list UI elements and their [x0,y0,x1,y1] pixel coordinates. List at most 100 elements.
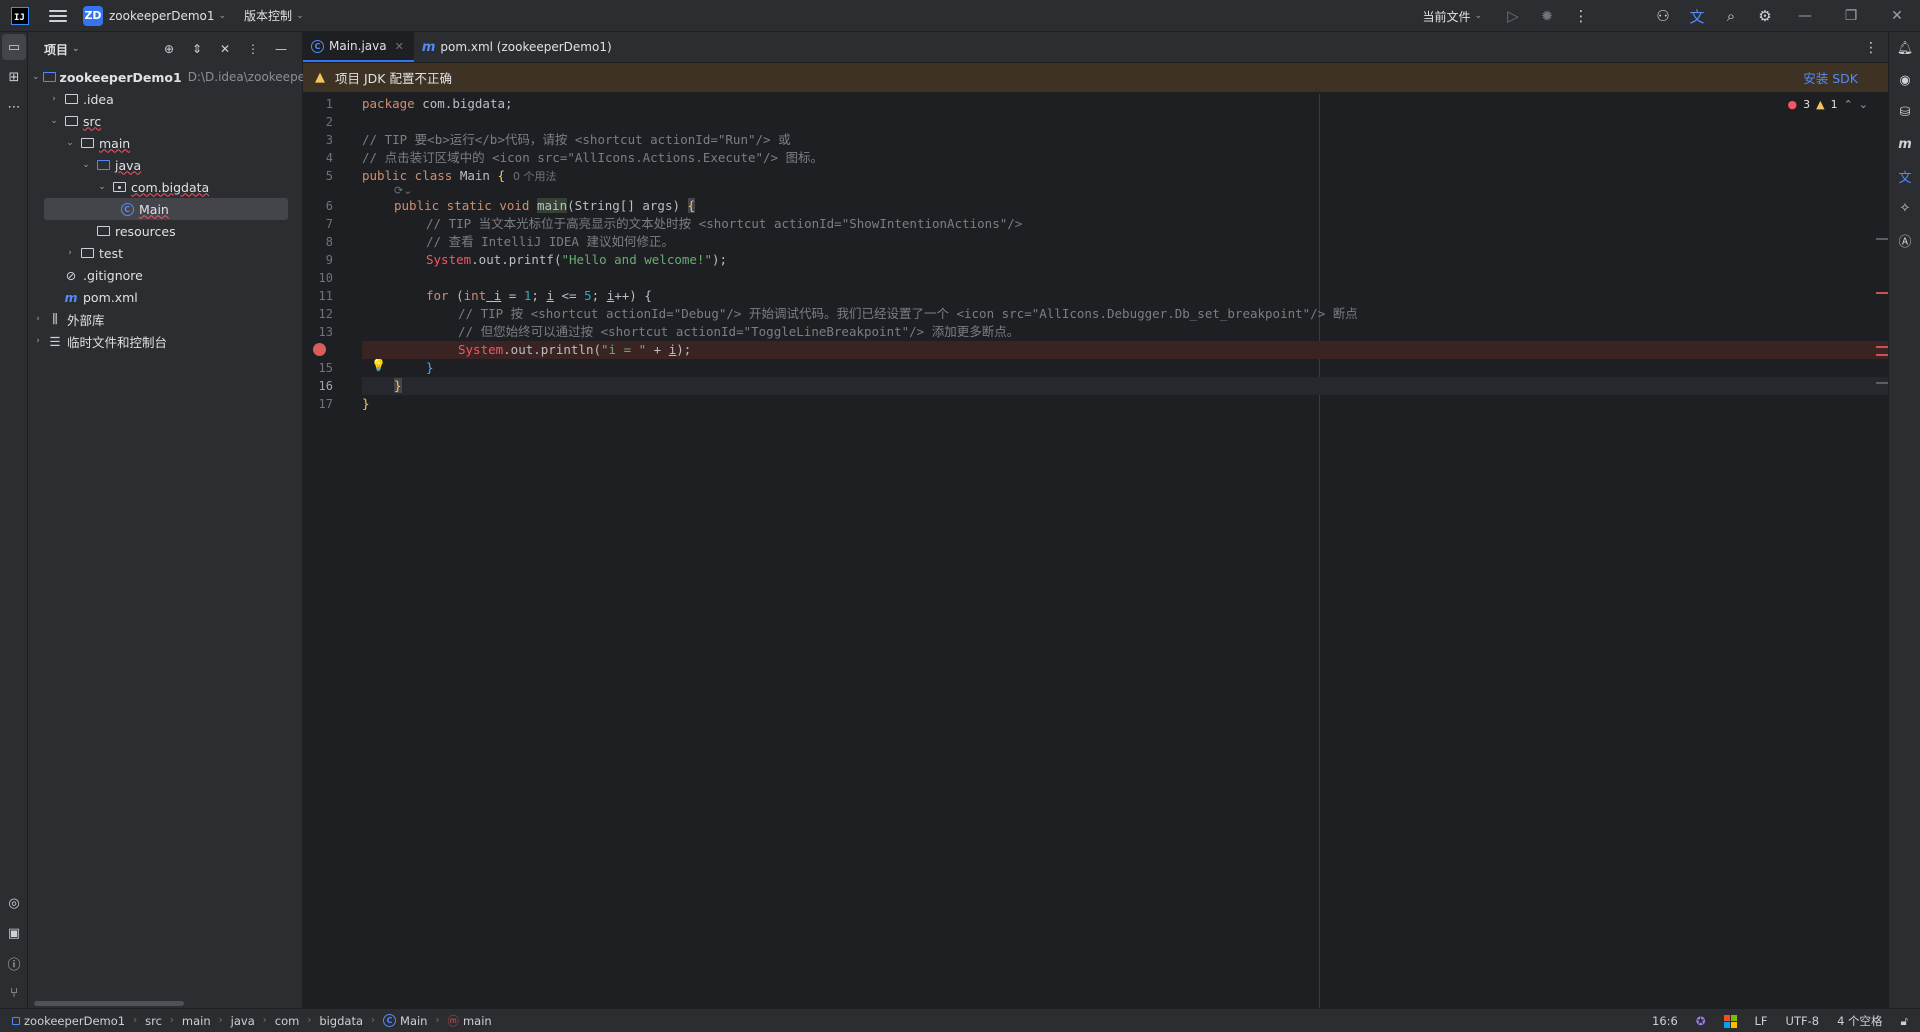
tree-item-test[interactable]: › test [28,242,302,264]
git-icon[interactable]: ⑂ [0,978,28,1008]
chevron-right-icon[interactable]: › [32,336,44,346]
chevron-down-icon[interactable]: ⌄ [48,116,60,126]
code-editor[interactable]: 1 2 3 4 5 6 7 8 9 10 11 12 13 15 16 17 💡… [303,94,1888,1008]
stripe-mark[interactable] [1876,382,1888,384]
vcs-menu[interactable]: 版本控制 ⌄ [244,7,304,24]
tree-item-java[interactable]: ⌄ java [28,154,302,176]
code-line-1: package com.bigdata; [362,95,1888,113]
gutter[interactable]: 1 2 3 4 5 6 7 8 9 10 11 12 13 15 16 17 💡 [303,94,386,1008]
windows-logo-icon[interactable] [1723,1014,1737,1028]
stripe-mark[interactable] [1876,354,1888,356]
services-icon[interactable]: ◎ [0,888,28,918]
copilot-icon[interactable]: ◉ [1889,64,1920,96]
code-text[interactable]: package com.bigdata; // TIP 要<b>运行</b>代码… [362,94,1888,1008]
settings-icon[interactable]: ⚙ [1748,0,1782,32]
caret-position[interactable]: 16:6 [1652,1014,1678,1028]
chevron-right-icon[interactable]: › [32,314,44,324]
problems-icon[interactable]: ⓘ [0,948,28,978]
notifications-icon[interactable]: 🔔︎ [1889,32,1920,64]
project-view-selector[interactable]: 项目 ⌄ [44,41,80,58]
ai-icon[interactable]: ✪ [1696,1014,1706,1028]
chevron-down-icon[interactable]: ⌄ [80,160,92,170]
tree-item-project-root[interactable]: ⌄ zookeeperDemo1 D:\D.idea\zookeepe [28,66,305,88]
tab-main-java[interactable]: C Main.java ✕ [303,32,414,62]
run-gutter-hint-icon[interactable]: ⟳⌄ [394,184,412,198]
next-highlight-icon[interactable]: ⌄ [1859,98,1868,111]
expand-all-icon[interactable]: ⇕ [184,36,210,62]
scratches-icon: ☰ [49,333,61,349]
stripe-mark[interactable] [1876,238,1888,240]
chevron-right-icon[interactable]: › [64,248,76,258]
crumb-main[interactable]: main [182,1014,211,1028]
stripe-mark[interactable] [1876,346,1888,348]
file-encoding[interactable]: UTF-8 [1786,1014,1820,1028]
line-separator[interactable]: LF [1755,1014,1768,1028]
tree-item-main[interactable]: ⌄ main [28,132,302,154]
search-icon[interactable]: ⌕ [1714,0,1748,32]
close-tab-icon[interactable]: ✕ [395,40,404,53]
variable: i [546,288,554,303]
crumb-com[interactable]: com [275,1014,300,1028]
tabs-menu-icon[interactable]: ⋮ [1864,32,1878,63]
translate-icon[interactable]: 文 [1889,160,1920,192]
tree-item-label: zookeeperDemo1 [59,69,182,85]
read-only-toggle-icon[interactable]: 🔓︎ [1901,1014,1908,1029]
horizontal-scrollbar[interactable] [34,1001,184,1006]
tree-item-pom[interactable]: m pom.xml [28,286,302,308]
run-configuration-selector[interactable]: 当前文件 ⌄ [1422,8,1482,25]
database-icon[interactable]: ⛁ [1889,96,1920,128]
tree-item-package[interactable]: ⌄ com.bigdata [28,176,302,198]
stripe-mark[interactable] [1876,292,1888,294]
project-tool-icon[interactable]: ▭ [2,34,26,60]
main-menu-button[interactable] [49,9,67,22]
more-actions-icon[interactable]: ⋮ [1564,0,1598,32]
chevron-down-icon[interactable]: ⌄ [32,72,40,82]
more-tools-icon[interactable]: ⋯ [0,92,28,122]
chevron-down-icon[interactable]: ⌄ [64,138,76,148]
debug-icon[interactable]: ✹ [1530,0,1564,32]
chevron-right-icon[interactable]: › [48,94,60,104]
font-icon[interactable]: Ⓐ [1889,224,1920,256]
indent-setting[interactable]: 4 个空格 [1837,1013,1882,1029]
chevron-down-icon[interactable]: ⌄ [96,182,108,192]
tree-item-gitignore[interactable]: ⊘ .gitignore [28,264,302,286]
restore-button[interactable]: ❐ [1828,0,1874,32]
project-switcher[interactable]: zookeeperDemo1 ⌄ [109,9,226,23]
code-line-6: public static void main(String[] args) { [362,197,1888,215]
minimize-button[interactable]: — [1782,0,1828,32]
tree-item-scratches[interactable]: › ☰ 临时文件和控制台 [28,330,302,352]
locate-file-icon[interactable]: ⊕ [156,36,182,62]
terminal-icon[interactable]: ▣ [0,918,28,948]
tab-pom-xml[interactable]: m pom.xml (zookeeperDemo1) [414,32,622,62]
hide-panel-icon[interactable]: — [268,36,294,62]
crumb-main-class[interactable]: C Main [383,1014,427,1028]
tree-item-resources[interactable]: resources [28,220,302,242]
maven-icon[interactable]: m [1889,128,1920,160]
crumb-project[interactable]: zookeeperDemo1 [12,1014,125,1028]
chevron-right-icon: › [371,1015,376,1026]
tree-item-main-class[interactable]: C Main [44,198,288,220]
inspection-widget[interactable]: ● 3 ▲ 1 ⌃ ⌄ [1787,98,1868,111]
crumb-java[interactable]: java [231,1014,255,1028]
previous-highlight-icon[interactable]: ⌃ [1844,98,1853,111]
crumb-bigdata[interactable]: bigdata [319,1014,363,1028]
code-line-12: // TIP 按 <shortcut actionId="Debug"/> 开始… [458,306,1358,321]
options-icon[interactable]: ⋮ [240,36,266,62]
add-user-icon[interactable]: ⚇ [1646,0,1680,32]
project-badge[interactable]: ZD [83,5,103,26]
close-window-button[interactable]: ✕ [1874,0,1920,32]
tree-item-external-libraries[interactable]: › ⫼ 外部库 [28,308,302,330]
tree-item-src[interactable]: ⌄ src [28,110,302,132]
crumb-src[interactable]: src [145,1014,162,1028]
breakpoint-icon[interactable] [313,343,326,356]
install-sdk-link[interactable]: 安装 SDK [1803,68,1858,87]
structure-tool-icon[interactable]: ⊞ [0,62,28,92]
error-stripe[interactable] [1876,94,1888,1008]
run-icon[interactable]: ▷ [1496,0,1530,32]
usages-hint[interactable]: 0 个用法 [513,170,557,183]
tree-item-idea[interactable]: › .idea [28,88,302,110]
ai-assistant-icon[interactable]: ✧ [1889,192,1920,224]
crumb-main-method[interactable]: ⓜ main [447,1013,491,1029]
collapse-all-icon[interactable]: ✕ [212,36,238,62]
translate-icon[interactable]: 文 [1680,0,1714,32]
